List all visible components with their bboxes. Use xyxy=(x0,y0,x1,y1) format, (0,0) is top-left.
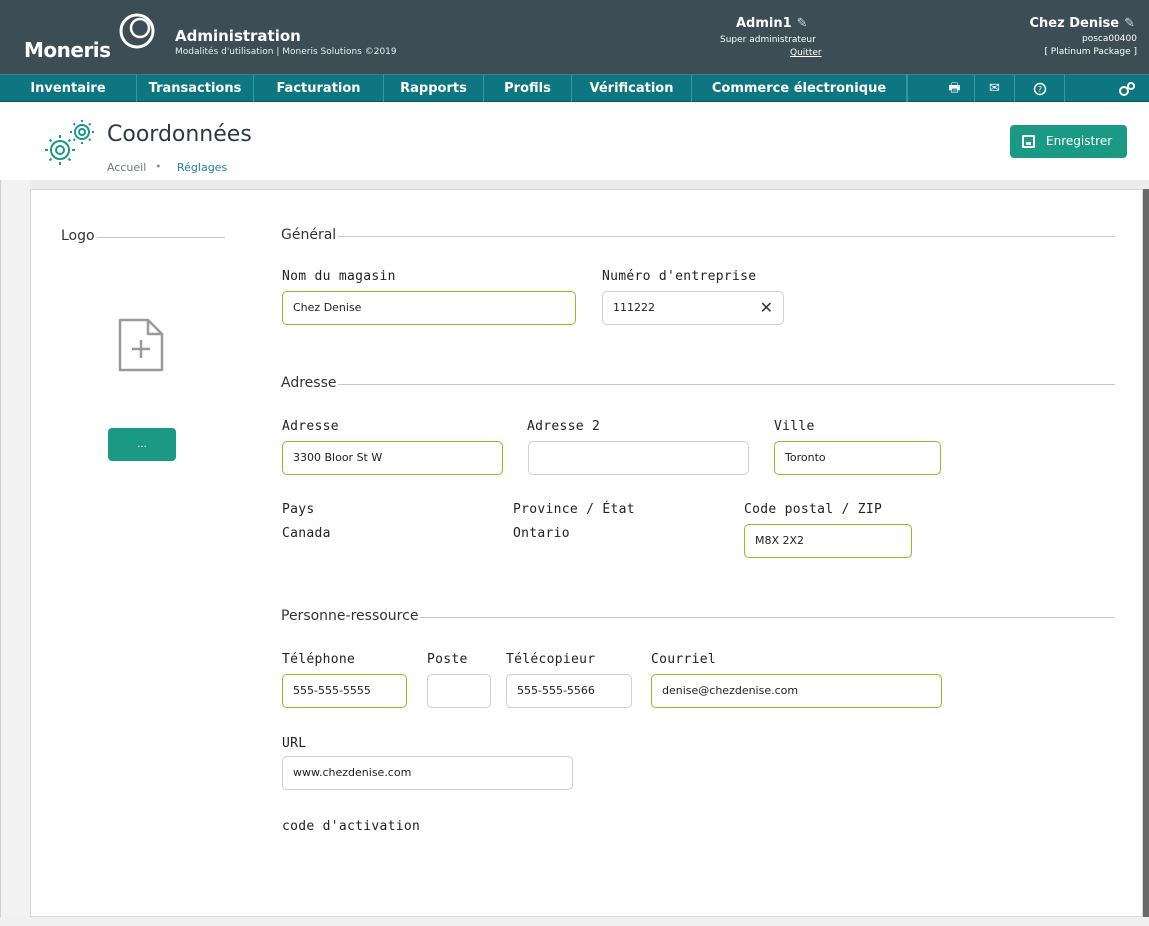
app-title: Administration xyxy=(175,27,301,45)
printer-icon[interactable]: 🖶 xyxy=(935,75,975,102)
left-margin xyxy=(0,180,30,926)
save-button[interactable]: Enregistrer xyxy=(1010,125,1127,158)
province-label: Province / État xyxy=(513,502,635,517)
browse-logo-button[interactable]: ... xyxy=(108,428,176,461)
mail-icon[interactable]: ✉ xyxy=(975,75,1015,102)
store-name-input[interactable]: Chez Denise xyxy=(282,291,576,325)
url-label: URL xyxy=(282,736,307,751)
logo-section-title: Logo xyxy=(61,228,97,244)
phone-input[interactable]: 555-555-5555 xyxy=(282,674,407,708)
store-name-label: Nom du magasin xyxy=(282,269,396,284)
terms-link[interactable]: Modalités d'utilisation | Moneris Soluti… xyxy=(175,47,397,57)
admin-name: Admin1 xyxy=(736,16,792,31)
admin-role: Super administrateur xyxy=(720,35,816,45)
edit-pencil-icon[interactable]: ✎ xyxy=(1124,16,1135,31)
address2-input[interactable] xyxy=(528,441,749,475)
nav-verification[interactable]: Vérification xyxy=(572,75,692,102)
admin-user[interactable]: Admin1 ✎ xyxy=(736,16,808,31)
extension-label: Poste xyxy=(427,652,468,667)
province-value: Ontario xyxy=(513,526,570,541)
business-number-value: 111222 xyxy=(613,301,655,314)
address-divider xyxy=(282,384,1115,385)
city-label: Ville xyxy=(774,419,815,434)
activation-code-label: code d'activation xyxy=(282,819,421,834)
address-input[interactable]: 3300 Bloor St W xyxy=(282,441,503,475)
email-label: Courriel xyxy=(651,652,717,667)
contact-section-title: Personne-ressource xyxy=(281,608,421,624)
email-input[interactable]: denise@chezdenise.com xyxy=(651,674,942,708)
country-label: Pays xyxy=(282,502,315,517)
address-section-title: Adresse xyxy=(281,375,339,391)
page-title: Coordonnées xyxy=(107,122,252,147)
store-id: posca00400 xyxy=(1081,34,1137,44)
moneris-swirl-icon xyxy=(119,13,155,49)
add-file-icon[interactable] xyxy=(115,316,167,374)
save-button-label: Enregistrer xyxy=(1046,134,1113,148)
clear-icon[interactable]: ✕ xyxy=(760,292,773,324)
fax-input[interactable]: 555-555-5566 xyxy=(506,674,632,708)
nav-transactions[interactable]: Transactions xyxy=(137,75,254,102)
floppy-disk-icon xyxy=(1022,135,1035,148)
brand-name: Moneris xyxy=(24,38,111,62)
fax-label: Télécopieur xyxy=(506,652,596,667)
url-input[interactable]: www.chezdenise.com xyxy=(282,756,573,790)
svg-text:?: ? xyxy=(1037,85,1041,94)
nav-profils[interactable]: Profils xyxy=(484,75,572,102)
nav-rapports[interactable]: Rapports xyxy=(384,75,484,102)
gears-icon xyxy=(45,120,94,165)
phone-label: Téléphone xyxy=(282,652,356,667)
content-bottom-shade xyxy=(0,917,1149,926)
top-header: Moneris Administration Modalités d'utili… xyxy=(0,0,1149,74)
nav-inventaire[interactable]: Inventaire xyxy=(0,75,137,102)
moneris-logo: Moneris xyxy=(18,10,163,62)
store-package: [ Platinum Package ] xyxy=(1044,47,1137,57)
nav-commerce-electronique[interactable]: Commerce électronique xyxy=(692,75,907,102)
business-number-label: Numéro d'entreprise xyxy=(602,269,757,284)
breadcrumb-separator: • xyxy=(155,160,162,173)
address-label: Adresse xyxy=(282,419,339,434)
country-value: Canada xyxy=(282,526,331,541)
nav-spacer xyxy=(907,75,908,102)
help-icon[interactable]: ? xyxy=(1015,75,1065,102)
breadcrumb-current[interactable]: Réglages xyxy=(177,161,227,174)
general-divider xyxy=(282,236,1115,237)
extension-input[interactable] xyxy=(427,674,491,708)
store-name: Chez Denise xyxy=(1029,16,1120,31)
nav-facturation[interactable]: Facturation xyxy=(254,75,384,102)
breadcrumb-home[interactable]: Accueil xyxy=(107,161,146,174)
general-section-title: Général xyxy=(281,227,339,243)
settings-card xyxy=(30,189,1143,917)
page-header: Coordonnées Accueil • Réglages Enregistr… xyxy=(0,102,1149,180)
postal-label: Code postal / ZIP xyxy=(744,502,883,517)
main-nav: Inventaire Transactions Facturation Rapp… xyxy=(0,74,1149,102)
content-top-shade xyxy=(0,180,1149,189)
address2-label: Adresse 2 xyxy=(527,419,601,434)
business-number-input[interactable]: 111222 ✕ xyxy=(602,291,784,325)
city-input[interactable]: Toronto xyxy=(774,441,941,475)
settings-icon[interactable] xyxy=(1065,75,1149,102)
postal-input[interactable]: M8X 2X2 xyxy=(744,524,912,558)
edit-pencil-icon[interactable]: ✎ xyxy=(797,16,808,31)
store-selector[interactable]: Chez Denise ✎ xyxy=(1030,16,1135,31)
quit-link[interactable]: Quitter xyxy=(790,48,822,58)
